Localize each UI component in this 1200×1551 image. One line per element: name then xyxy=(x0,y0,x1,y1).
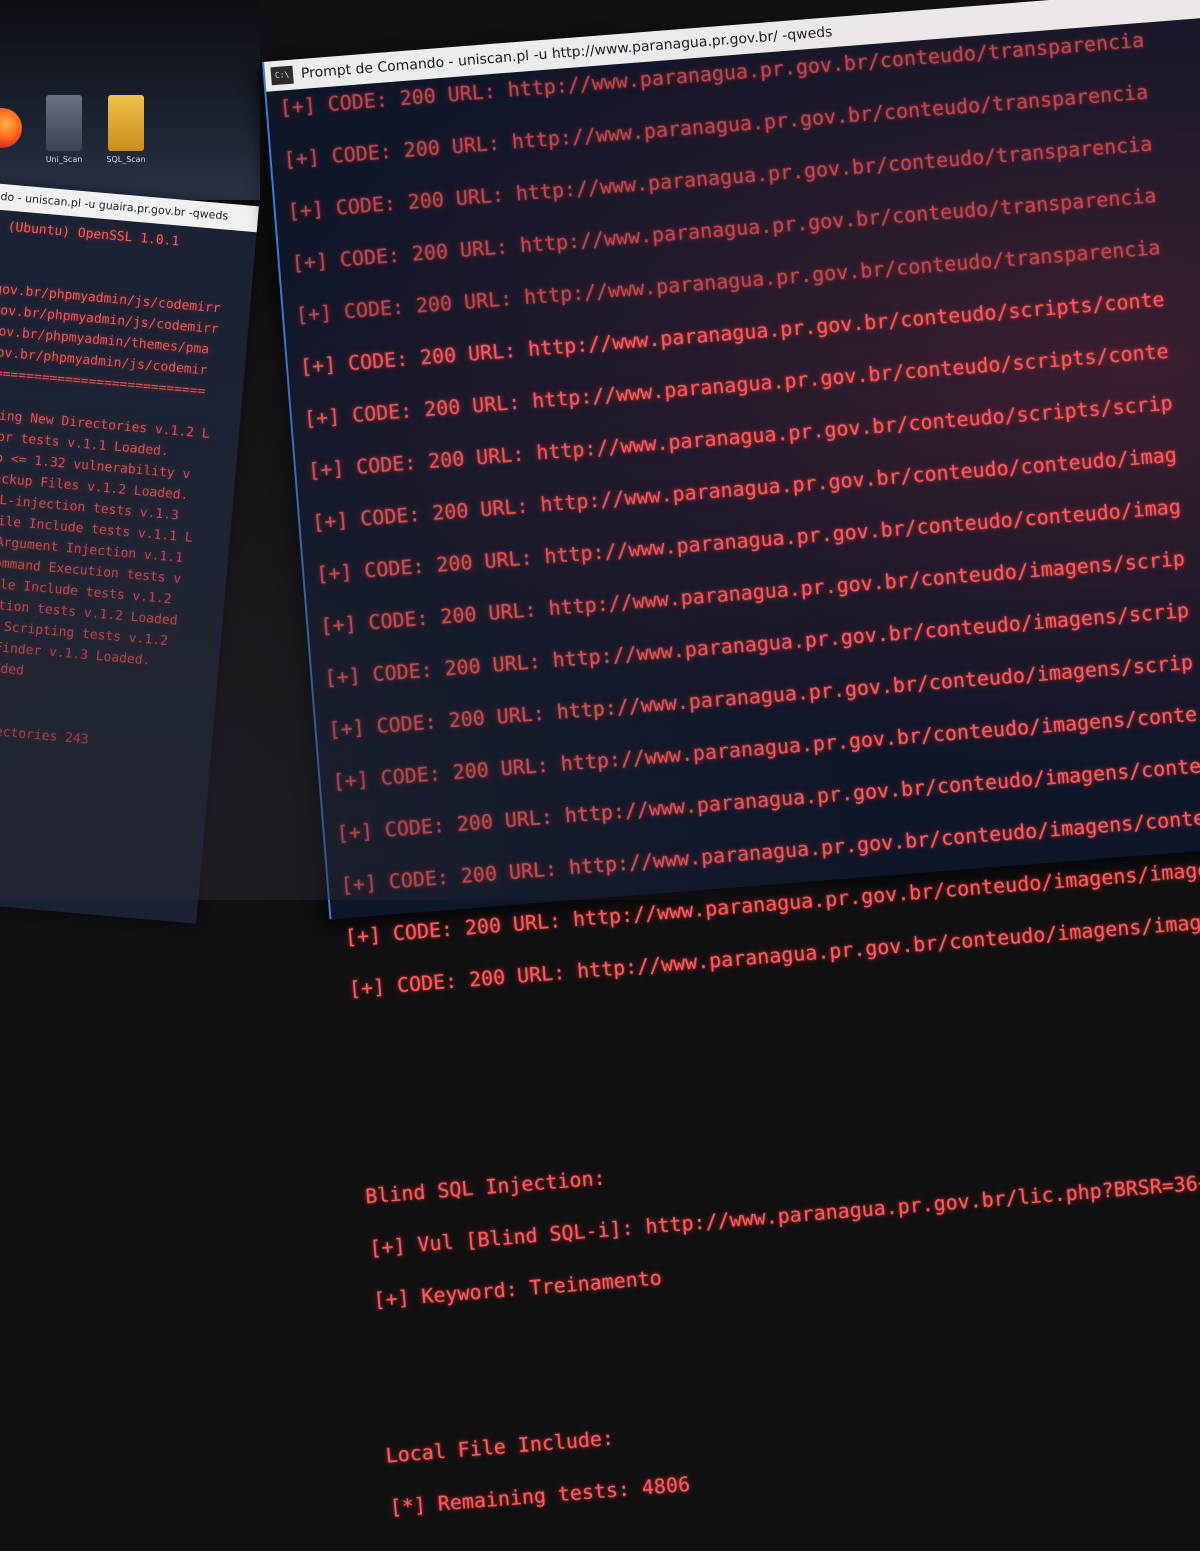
folder-icon xyxy=(46,95,82,151)
console-output[interactable]: [+] CODE: 200 URL: http://www.paranagua.… xyxy=(266,10,1200,1551)
firefox-icon[interactable] xyxy=(0,108,22,148)
main-console-window[interactable]: C:\ Prompt de Comando - uniscan.pl -u ht… xyxy=(262,0,1200,1519)
console-line: tor directories 243 xyxy=(0,722,90,748)
desktop: Uni_Scan SQL_Scan xyxy=(0,0,260,200)
folder-icon xyxy=(108,95,144,151)
background-console-window[interactable]: ando - uniscan.pl -u guaira.pr.gov.br -q… xyxy=(0,182,259,924)
desktop-shortcut-label: Uni_Scan xyxy=(45,155,83,164)
console-output: (Ubuntu) OpenSSL 1.0.1 r.gov.br/phpmyadm… xyxy=(0,208,257,767)
desktop-shortcut-uniscan[interactable]: Uni_Scan xyxy=(42,95,86,185)
console-line: ries added xyxy=(0,660,25,679)
terminal-icon: C:\ xyxy=(270,65,294,86)
desktop-shortcut-sqlscan[interactable]: SQL_Scan xyxy=(104,95,148,185)
desktop-shortcut-label: SQL_Scan xyxy=(106,155,146,164)
